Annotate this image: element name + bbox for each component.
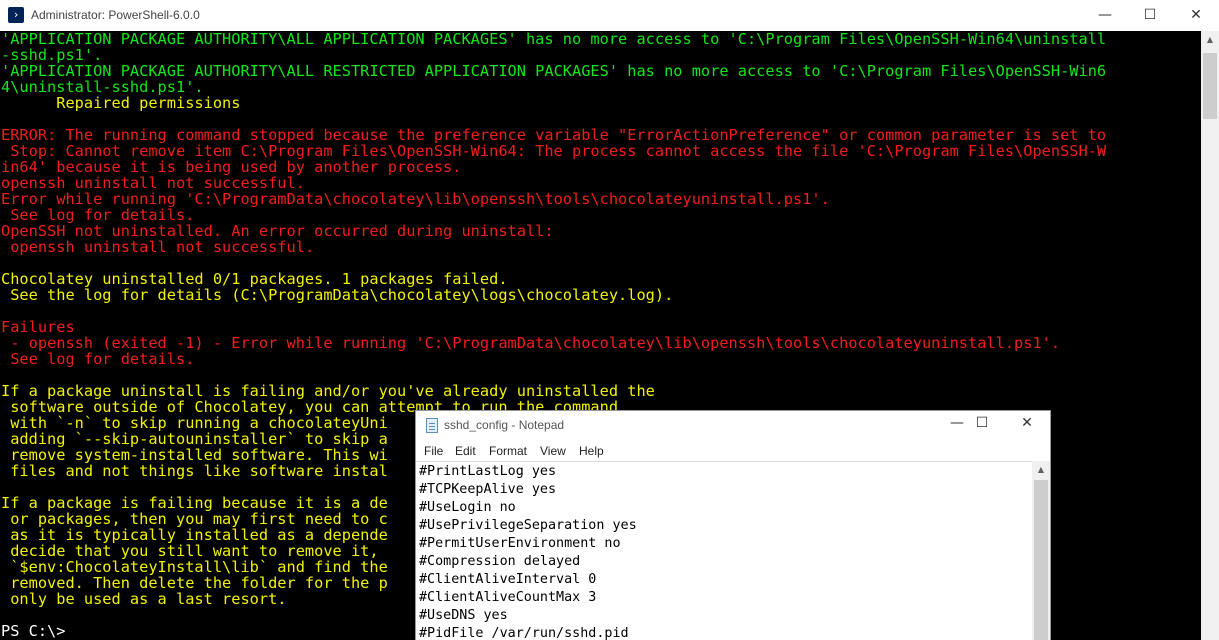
console-line: adding `--skip-autouninstaller` to skip …	[1, 430, 388, 448]
console-line: in64' because it is being used by anothe…	[1, 158, 462, 176]
console-line: 'APPLICATION PACKAGE AUTHORITY\ALL RESTR…	[1, 62, 1107, 80]
notepad-line: #UsePrivilegeSeparation yes	[419, 518, 637, 533]
notepad-line: #UseDNS yes	[419, 608, 508, 623]
console-line: 'APPLICATION PACKAGE AUTHORITY\ALL APPLI…	[1, 31, 1107, 48]
console-line: Repaired permissions	[1, 94, 241, 112]
menu-view[interactable]: View	[540, 444, 566, 458]
console-line: OpenSSH not uninstalled. An error occurr…	[1, 222, 554, 240]
console-line: or packages, then you may first need to …	[1, 510, 388, 528]
minimize-button[interactable]: —	[1082, 0, 1128, 31]
console-line: Chocolatey uninstalled 0/1 packages. 1 p…	[1, 270, 508, 288]
notepad-title: sshd_config - Notepad	[444, 418, 565, 432]
console-line: remove system-installed software. This w…	[1, 446, 388, 464]
notepad-window: sshd_config - Notepad — ☐ ✕ File Edit Fo…	[415, 410, 1051, 640]
console-line: - openssh (exited -1) - Error while runn…	[1, 334, 1061, 352]
console-line: `$env:ChocolateyInstall\lib` and find th…	[1, 558, 388, 576]
console-line: openssh uninstall not successful.	[1, 238, 315, 256]
notepad-line: #TCPKeepAlive yes	[419, 482, 557, 497]
close-button[interactable]: ✕	[1173, 0, 1219, 31]
scrollbar-thumb[interactable]	[1034, 480, 1048, 640]
notepad-line: #PrintLastLog yes	[419, 464, 557, 479]
console-line: decide that you still want to remove it,	[1, 542, 379, 560]
notepad-line: #UseLogin no	[419, 500, 516, 515]
console-line: If a package uninstall is failing and/or…	[1, 382, 655, 400]
notepad-line: #PidFile /var/run/sshd.pid	[419, 626, 629, 640]
notepad-icon	[426, 418, 438, 433]
powershell-icon: ›	[8, 7, 24, 23]
powershell-title: Administrator: PowerShell-6.0.0	[31, 8, 200, 22]
notepad-scrollbar[interactable]: ▲	[1032, 461, 1050, 640]
notepad-line: #PermitUserEnvironment no	[419, 536, 621, 551]
console-line: files and not things like software insta…	[1, 462, 388, 480]
notepad-text-area[interactable]: #PrintLastLog yes #TCPKeepAlive yes #UseLo…	[416, 461, 1032, 640]
console-line: See the log for details (C:\ProgramData\…	[1, 286, 674, 304]
powershell-titlebar[interactable]: › Administrator: PowerShell-6.0.0 — ☐ ✕	[0, 0, 1219, 31]
console-line: -sshd.ps1'.	[1, 46, 103, 64]
console-line: 4\uninstall-sshd.ps1'.	[1, 78, 204, 96]
scrollbar-thumb[interactable]	[1203, 53, 1217, 119]
console-line: removed. Then delete the folder for the …	[1, 574, 388, 592]
notepad-titlebar[interactable]: sshd_config - Notepad — ☐ ✕	[416, 411, 1050, 441]
powershell-scrollbar[interactable]: ▲	[1201, 31, 1219, 640]
console-line: Stop: Cannot remove item C:\Program File…	[1, 142, 1107, 160]
notepad-line: #ClientAliveInterval 0	[419, 572, 597, 587]
maximize-button[interactable]: ☐	[1127, 0, 1173, 31]
console-line: ERROR: The running command stopped becau…	[1, 126, 1107, 144]
notepad-menubar: File Edit Format View Help	[416, 441, 1050, 461]
console-line: Failures	[1, 318, 75, 336]
menu-help[interactable]: Help	[579, 444, 604, 458]
menu-edit[interactable]: Edit	[455, 444, 476, 458]
console-line: with `-n` to skip running a chocolateyUn…	[1, 414, 388, 432]
scroll-up-arrow-icon[interactable]: ▲	[1032, 461, 1050, 478]
console-line: Error while running 'C:\ProgramData\choc…	[1, 190, 830, 208]
console-line: If a package is failing because it is a …	[1, 494, 388, 512]
console-line: See log for details.	[1, 206, 195, 224]
console-line: as it is typically installed as a depend…	[1, 526, 388, 544]
console-line: openssh uninstall not successful.	[1, 174, 305, 192]
notepad-line: #ClientAliveCountMax 3	[419, 590, 597, 605]
scroll-up-arrow-icon[interactable]: ▲	[1201, 31, 1219, 48]
notepad-close-button[interactable]: ✕	[1004, 411, 1050, 439]
menu-file[interactable]: File	[424, 444, 443, 458]
notepad-maximize-button[interactable]: ☐	[959, 411, 1005, 439]
console-line: only be used as a last resort.	[1, 590, 287, 608]
menu-format[interactable]: Format	[489, 444, 527, 458]
console-line: See log for details.	[1, 350, 195, 368]
console-line: PS C:\>	[1, 622, 66, 640]
notepad-line: #Compression delayed	[419, 554, 581, 569]
